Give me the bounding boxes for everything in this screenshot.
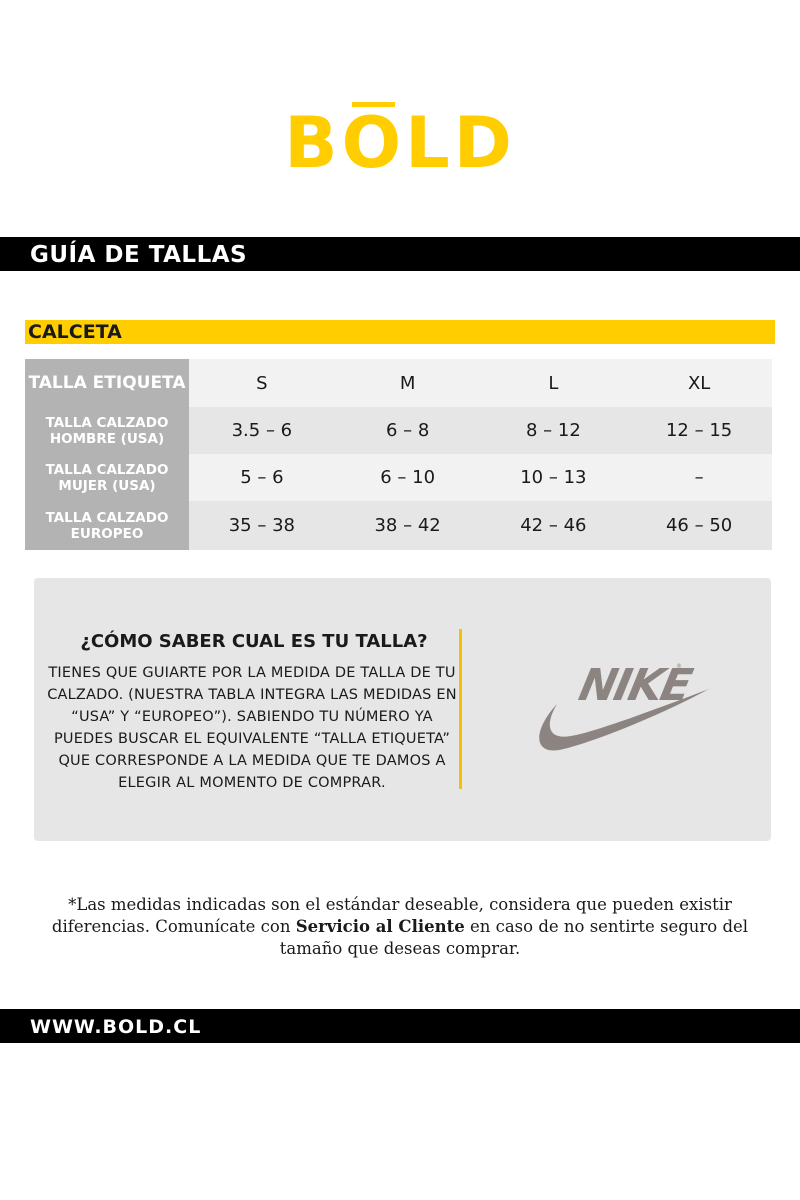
registered-mark: ® — [676, 663, 682, 670]
table-row: TALLA ETIQUETA S M L XL — [25, 359, 772, 407]
row-label: TALLA CALZADO MUJER (USA) — [25, 454, 189, 501]
table-cell: 42 – 46 — [480, 501, 627, 550]
table-row: TALLA CALZADO EUROPEO 35 – 38 38 – 42 42 – … — [25, 501, 772, 550]
logo-letter-b: B — [284, 102, 342, 184]
disclaimer: *Las medidas indicadas son el estándar d… — [30, 894, 770, 960]
info-body: Tienes que guiarte por la medida de tall… — [47, 665, 457, 791]
logo-letter-d: D — [453, 102, 516, 184]
table-cell: 3.5 – 6 — [189, 407, 335, 454]
table-cell: S — [189, 359, 335, 407]
table-cell: M — [334, 359, 481, 407]
table-cell: 6 – 10 — [334, 454, 481, 501]
nike-logo: NIKE ® — [539, 660, 709, 751]
row-label: TALLA ETIQUETA — [25, 359, 189, 407]
table-row: TALLA CALZADO HOMBRE (USA) 3.5 – 66 – 88 … — [25, 407, 772, 454]
logo-letter-l: L — [405, 102, 454, 184]
section-bar: CALCETA — [25, 320, 775, 344]
row-label: TALLA CALZADO EUROPEO — [25, 501, 189, 550]
page-title: GUÍA DE TALLAS — [30, 242, 248, 268]
brand-logo: B OLD — [0, 102, 800, 188]
table-cell: 8 – 12 — [480, 407, 627, 454]
logo-letter-o: O — [341, 102, 406, 184]
table-cell: 38 – 42 — [334, 501, 481, 550]
info-divider — [459, 629, 462, 789]
header-band: GUÍA DE TALLAS — [0, 237, 800, 271]
size-table-body: TALLA ETIQUETA S M L XL TALLA CALZADO HOMBRE … — [25, 359, 772, 550]
table-cell: 35 – 38 — [189, 501, 335, 550]
info-panel: ¿CÓMO SABER CUAL ES TU TALLA? Tienes que… — [34, 578, 771, 841]
table-row: TALLA CALZADO MUJER (USA) 5 – 66 – 10 10 –… — [25, 454, 772, 501]
table-cell: 6 – 8 — [334, 407, 481, 454]
table-cell: L — [480, 359, 627, 407]
table-cell: 10 – 13 — [480, 454, 627, 501]
logo-macron — [351, 102, 396, 107]
table-cell: 46 – 50 — [626, 501, 772, 550]
website-link[interactable]: WWW.BOLD.CL — [30, 1016, 201, 1038]
table-cell: 5 – 6 — [189, 454, 335, 501]
customer-service-link[interactable]: Servicio al Cliente — [296, 917, 465, 936]
row-label: TALLA CALZADO HOMBRE (USA) — [25, 407, 189, 454]
table-cell: – — [626, 454, 772, 501]
section-title: CALCETA — [28, 321, 122, 343]
table-cell: XL — [626, 359, 772, 407]
footer-band: WWW.BOLD.CL — [0, 1009, 800, 1043]
info-title: ¿CÓMO SABER CUAL ES TU TALLA? — [80, 631, 428, 652]
table-cell: 12 – 15 — [626, 407, 772, 454]
logo-letter-o-macron: O — [342, 102, 406, 178]
size-table: TALLA ETIQUETA S M L XL TALLA CALZADO HOMBRE … — [25, 359, 772, 550]
